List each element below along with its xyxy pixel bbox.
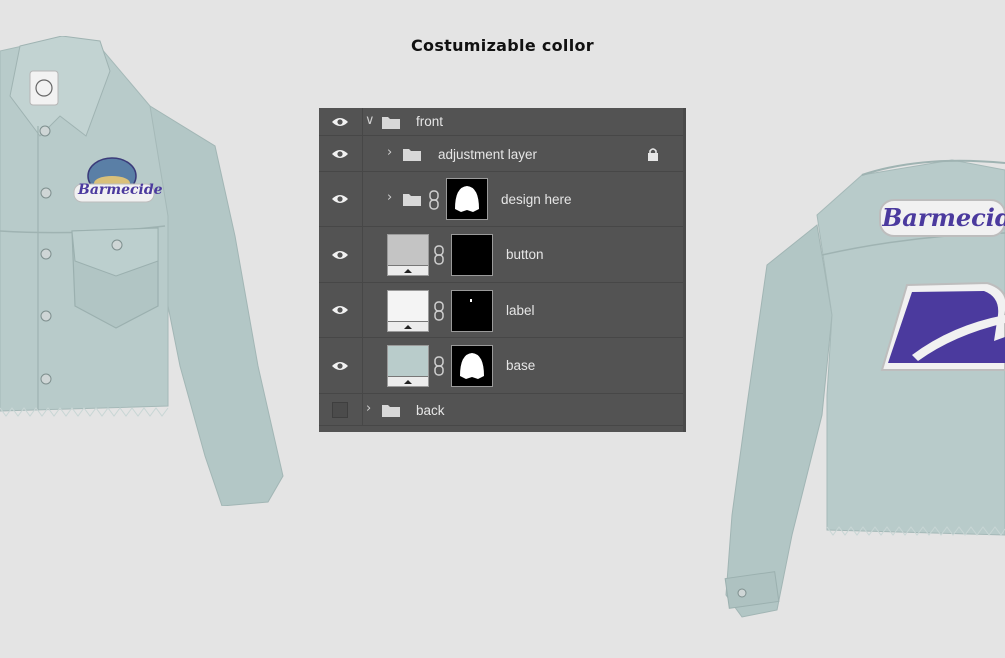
- panel-scroll-edge[interactable]: [683, 108, 686, 432]
- back-patch-text: Barmecide: [882, 203, 1005, 232]
- jacket-silhouette-icon: [460, 353, 484, 379]
- row-divider: [362, 283, 363, 337]
- hidden-visibility-box: [332, 401, 348, 418]
- lock-icon[interactable]: [646, 147, 660, 161]
- layer-name: design here: [501, 192, 572, 207]
- layer-mask-thumbnail[interactable]: [451, 234, 493, 276]
- layer-mask-thumbnail[interactable]: [446, 178, 488, 220]
- layer-row-design-here[interactable]: › design here: [319, 172, 686, 227]
- chevron-right-icon[interactable]: ›: [387, 190, 392, 205]
- layer-name: front: [416, 114, 444, 129]
- visibility-toggle[interactable]: [327, 338, 353, 393]
- chevron-right-icon[interactable]: ›: [366, 401, 371, 416]
- folder-icon: [382, 405, 400, 417]
- layers-panel: ∨ front › adjustment layer › design here: [319, 108, 686, 432]
- layer-row-label[interactable]: label: [319, 283, 686, 338]
- eye-icon: [332, 250, 348, 259]
- visibility-toggle[interactable]: [327, 394, 353, 425]
- link-icon[interactable]: [433, 245, 445, 265]
- row-divider: [362, 172, 363, 226]
- visibility-toggle[interactable]: [327, 136, 353, 171]
- layer-name: label: [506, 303, 535, 318]
- front-patch-text: Barmecide: [78, 182, 163, 198]
- eye-icon: [332, 195, 348, 203]
- folder-icon: [403, 194, 421, 206]
- fill-color-thumbnail[interactable]: [387, 290, 429, 332]
- link-icon[interactable]: [428, 190, 440, 210]
- layer-row-base[interactable]: base: [319, 338, 686, 394]
- row-divider: [362, 227, 363, 282]
- layer-name: back: [416, 403, 445, 418]
- visibility-toggle[interactable]: [327, 227, 353, 282]
- layer-name: adjustment layer: [438, 147, 538, 162]
- folder-icon: [382, 117, 400, 129]
- layer-name: base: [506, 358, 536, 373]
- row-divider: [362, 338, 363, 393]
- jacket-front-mockup: Barmecide: [0, 35, 290, 507]
- jacket-silhouette-icon: [455, 186, 479, 212]
- eye-icon: [332, 361, 348, 370]
- link-icon[interactable]: [433, 301, 445, 321]
- visibility-toggle[interactable]: [327, 172, 353, 226]
- fill-color-thumbnail[interactable]: [387, 345, 429, 387]
- link-icon[interactable]: [433, 356, 445, 376]
- visibility-toggle[interactable]: [327, 108, 353, 135]
- jacket-back-mockup: Barmecide B: [722, 155, 1005, 625]
- layer-row-back[interactable]: › back: [319, 394, 686, 426]
- layer-mask-thumbnail[interactable]: [451, 345, 493, 387]
- layer-row-front[interactable]: ∨ front: [319, 108, 686, 136]
- visibility-toggle[interactable]: [327, 283, 353, 337]
- row-divider: [362, 394, 363, 425]
- row-divider: [362, 136, 363, 171]
- fill-color-thumbnail[interactable]: [387, 234, 429, 276]
- row-divider: [362, 108, 363, 135]
- layer-row-adjustment-layer[interactable]: › adjustment layer: [319, 136, 686, 172]
- eye-icon: [332, 306, 348, 314]
- eye-icon: [332, 117, 348, 126]
- chevron-right-icon[interactable]: ›: [387, 145, 392, 160]
- folder-icon: [403, 149, 421, 161]
- layer-row-button[interactable]: button: [319, 227, 686, 283]
- layer-mask-thumbnail[interactable]: [451, 290, 493, 332]
- eye-icon: [332, 149, 348, 158]
- layer-name: button: [506, 247, 544, 262]
- chevron-down-icon[interactable]: ∨: [365, 113, 375, 128]
